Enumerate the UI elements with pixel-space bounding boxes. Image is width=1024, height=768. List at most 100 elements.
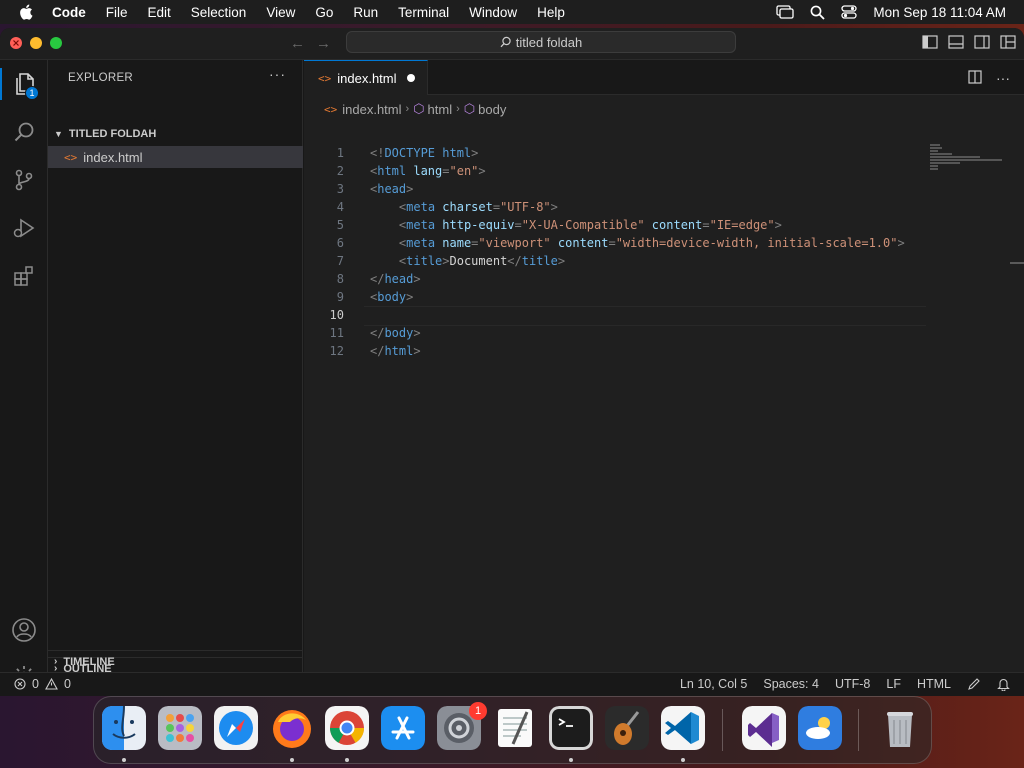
- code-line[interactable]: 1 <!DOCTYPE html>: [304, 144, 1024, 162]
- control-center-icon[interactable]: [841, 5, 858, 19]
- folder-header[interactable]: ▼ TITLED FOLDAH: [48, 123, 303, 145]
- activity-accounts[interactable]: [0, 608, 48, 652]
- menu-terminal[interactable]: Terminal: [398, 5, 449, 20]
- dock-garageband-icon[interactable]: [605, 706, 649, 750]
- chevron-down-icon: ▼: [54, 129, 63, 139]
- dock-firefox-icon[interactable]: [270, 706, 314, 750]
- code-line[interactable]: 7 <title>Document</title>: [304, 252, 1024, 270]
- menu-app-name[interactable]: Code: [52, 5, 86, 20]
- toggle-secondary-sidebar-icon[interactable]: [974, 35, 990, 49]
- menu-help[interactable]: Help: [537, 5, 565, 20]
- code-line[interactable]: 12 </html>: [304, 342, 1024, 360]
- line-number: 6: [336, 236, 344, 250]
- menu-selection[interactable]: Selection: [191, 5, 247, 20]
- breadcrumb-html[interactable]: html: [428, 102, 453, 117]
- menu-run[interactable]: Run: [353, 5, 378, 20]
- code-line[interactable]: 8 </head>: [304, 270, 1024, 288]
- bell-icon[interactable]: [997, 677, 1010, 691]
- go-forward-icon[interactable]: →: [316, 35, 331, 52]
- window-zoom-button[interactable]: [50, 37, 62, 49]
- toggle-panel-icon[interactable]: [948, 35, 964, 49]
- running-indicator: [122, 758, 126, 762]
- activity-extensions[interactable]: [0, 254, 48, 298]
- code-line[interactable]: 9 <body>: [304, 288, 1024, 306]
- file-tree-item[interactable]: <> index.html: [48, 146, 303, 168]
- code-line[interactable]: 6 <meta name="viewport" content="width=d…: [304, 234, 1024, 252]
- indentation[interactable]: Spaces: 4: [763, 677, 819, 691]
- dock-weather-icon[interactable]: [798, 706, 842, 750]
- activity-search[interactable]: [0, 110, 48, 154]
- safari-icon: [214, 706, 258, 750]
- window-minimize-button[interactable]: [30, 37, 42, 49]
- source-control-icon: [15, 169, 33, 191]
- minimap[interactable]: [930, 144, 1010, 174]
- command-center-search[interactable]: titled foldah: [346, 31, 736, 53]
- status-bar: 0 0 Ln 10, Col 5 Spaces: 4 UTF-8 LF HTML: [0, 672, 1024, 696]
- apple-logo-icon[interactable]: [18, 3, 36, 21]
- dock-vscode-icon[interactable]: [661, 706, 705, 750]
- menu-file[interactable]: File: [106, 5, 128, 20]
- layout-controls: [922, 35, 1016, 49]
- code-editor[interactable]: 1 <!DOCTYPE html> 2 <html lang="en"> 3 <head>…: [304, 144, 1024, 360]
- menu-edit[interactable]: Edit: [148, 5, 171, 20]
- customize-layout-icon[interactable]: [1000, 35, 1016, 49]
- language-mode[interactable]: HTML: [917, 677, 951, 691]
- timeline-section[interactable]: › TIMELINE: [48, 650, 303, 672]
- go-back-icon[interactable]: ←: [290, 35, 305, 52]
- line-number: 5: [336, 218, 344, 232]
- dock-app-store-icon[interactable]: [381, 706, 425, 750]
- visual-studio-icon: [742, 706, 786, 750]
- tab-bar: <> index.html ···: [304, 60, 1024, 95]
- more-actions-icon[interactable]: ···: [269, 66, 286, 82]
- menu-view[interactable]: View: [266, 5, 295, 20]
- dock-trash-icon[interactable]: [878, 706, 922, 750]
- encoding[interactable]: UTF-8: [835, 677, 870, 691]
- feedback-icon[interactable]: [967, 677, 981, 691]
- macos-menu-bar: Code File Edit Selection View Go Run Ter…: [0, 0, 1024, 24]
- vscode-window: ← → titled foldah 1 EXPLORER ··· ▼ TITLE…: [0, 28, 1024, 696]
- code-line[interactable]: 4 <meta charset="UTF-8">: [304, 198, 1024, 216]
- breadcrumb-file[interactable]: index.html: [342, 102, 401, 117]
- menu-window[interactable]: Window: [469, 5, 517, 20]
- breadcrumb-body[interactable]: body: [478, 102, 506, 117]
- dock-terminal-icon[interactable]: [549, 706, 593, 750]
- code-line[interactable]: 2 <html lang="en">: [304, 162, 1024, 180]
- end-of-line[interactable]: LF: [886, 677, 901, 691]
- line-number: 8: [336, 272, 344, 286]
- garageband-icon: [605, 706, 649, 750]
- window-close-button[interactable]: [10, 37, 22, 49]
- menubar-clock[interactable]: Mon Sep 18 11:04 AM: [873, 5, 1006, 20]
- screen-mirroring-icon[interactable]: [776, 5, 795, 19]
- menu-go[interactable]: Go: [315, 5, 333, 20]
- dock-visual-studio-icon[interactable]: [742, 706, 786, 750]
- dock-textedit-icon[interactable]: [493, 706, 537, 750]
- code-line[interactable]: 5 <meta http-equiv="X-UA-Compatible" con…: [304, 216, 1024, 234]
- dock-finder-icon[interactable]: [102, 706, 146, 750]
- unsaved-dot-icon[interactable]: [407, 74, 415, 82]
- line-number: 1: [336, 146, 344, 160]
- error-count: 0: [32, 677, 39, 691]
- line-content: <!DOCTYPE html>: [370, 146, 479, 160]
- dock-chrome-icon[interactable]: [325, 706, 369, 750]
- spotlight-search-icon[interactable]: [810, 5, 826, 20]
- running-indicator: [569, 758, 573, 762]
- activity-source-control[interactable]: [0, 158, 48, 202]
- line-content: </body>: [370, 326, 421, 340]
- error-icon: [14, 678, 26, 690]
- toggle-primary-sidebar-icon[interactable]: [922, 35, 938, 49]
- problems-indicator[interactable]: 0 0: [14, 677, 71, 691]
- split-editor-icon[interactable]: [968, 70, 982, 84]
- dock-launchpad-icon[interactable]: [158, 706, 202, 750]
- finder-icon: [102, 706, 146, 750]
- more-actions-icon[interactable]: ···: [996, 70, 1010, 86]
- close-icon: [13, 40, 19, 46]
- code-line[interactable]: 10: [304, 306, 1024, 326]
- activity-explorer[interactable]: 1: [0, 62, 48, 106]
- running-indicator: [681, 758, 685, 762]
- cursor-position[interactable]: Ln 10, Col 5: [680, 677, 747, 691]
- activity-run-debug[interactable]: [0, 206, 48, 250]
- code-line[interactable]: 3 <head>: [304, 180, 1024, 198]
- tab-index-html[interactable]: <> index.html: [304, 60, 428, 95]
- code-line[interactable]: 11 </body>: [304, 324, 1024, 342]
- dock-safari-icon[interactable]: [214, 706, 258, 750]
